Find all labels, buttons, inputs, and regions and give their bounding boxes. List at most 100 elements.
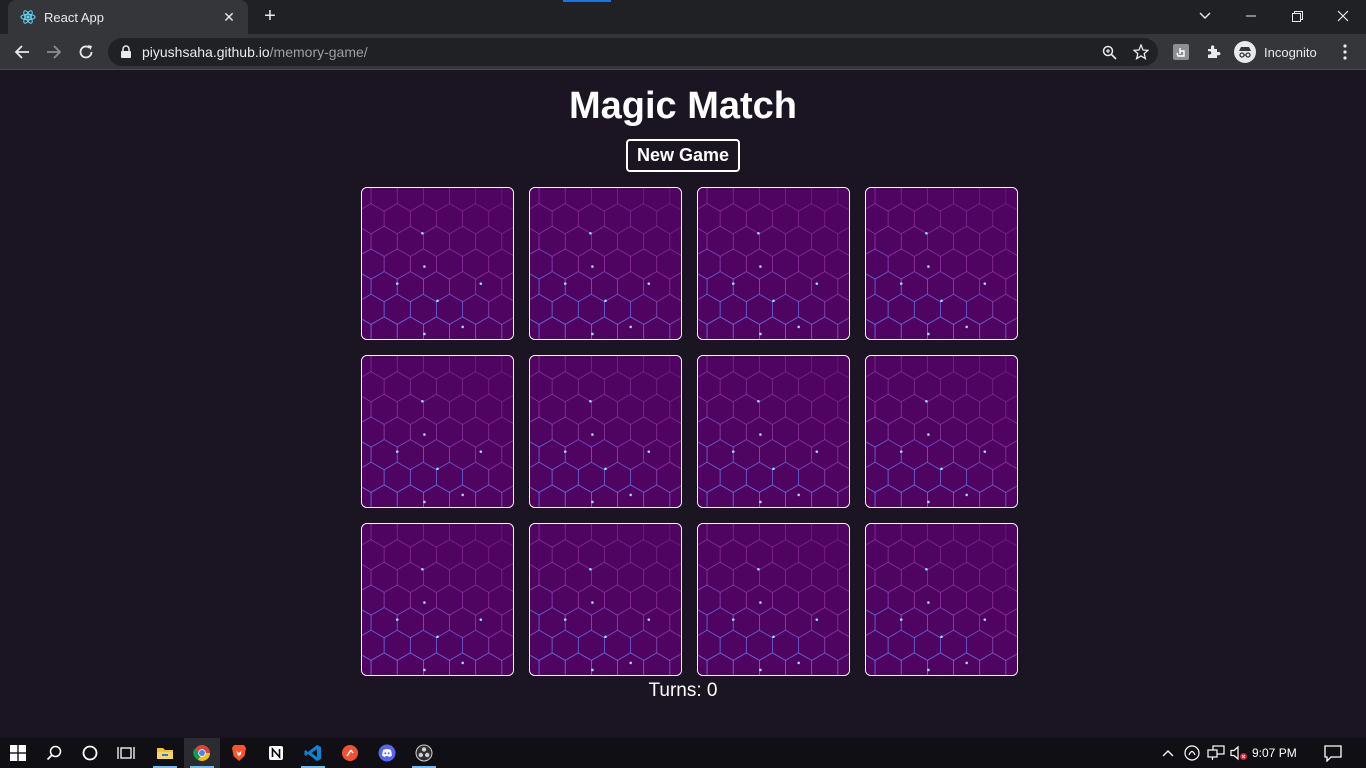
incognito-profile-button[interactable]: Incognito xyxy=(1234,39,1317,65)
search-icon xyxy=(46,745,62,761)
memory-card[interactable] xyxy=(529,187,682,340)
more-vertical-icon xyxy=(1343,44,1347,60)
browser-tab-strip: React App ✕ + xyxy=(0,0,1366,34)
restore-button[interactable] xyxy=(1274,0,1320,32)
taskbar-vscode[interactable] xyxy=(295,738,331,768)
folder-icon xyxy=(157,748,173,759)
taskbar-git-app[interactable] xyxy=(332,738,368,768)
windows-taskbar: 9:07 PM xyxy=(0,738,1366,768)
show-hidden-icons-button[interactable] xyxy=(1158,738,1178,768)
chevron-down-icon xyxy=(1199,12,1211,19)
card-back-pattern xyxy=(362,524,513,675)
bookmark-button[interactable] xyxy=(1130,41,1152,63)
task-view-button[interactable] xyxy=(108,738,144,768)
address-bar[interactable]: piyushsaha.github.io/memory-game/ xyxy=(108,38,1158,66)
url-host: piyushsaha.github.io xyxy=(142,44,270,60)
network-icon xyxy=(1207,745,1225,760)
react-icon xyxy=(20,10,36,24)
volume-button[interactable] xyxy=(1228,738,1250,768)
obs-icon xyxy=(415,744,433,762)
incognito-icon xyxy=(1234,41,1256,63)
incognito-label: Incognito xyxy=(1264,44,1317,60)
memory-card[interactable] xyxy=(865,187,1018,340)
arrow-left-icon xyxy=(14,45,29,59)
memory-card[interactable] xyxy=(361,523,514,676)
close-window-button[interactable] xyxy=(1320,0,1366,32)
taskbar-obs[interactable] xyxy=(406,738,442,768)
arrow-right-icon xyxy=(47,45,62,59)
card-back-pattern xyxy=(866,356,1017,507)
taskbar-search-button[interactable] xyxy=(36,738,72,768)
restore-icon xyxy=(1291,10,1303,22)
start-button[interactable] xyxy=(0,738,36,768)
browser-toolbar: piyushsaha.github.io/memory-game/ Incogn… xyxy=(0,34,1366,70)
extensions-button[interactable] xyxy=(1203,41,1225,63)
taskbar-brave[interactable] xyxy=(221,738,257,768)
action-center-button[interactable] xyxy=(1320,738,1346,768)
card-back-pattern xyxy=(698,524,849,675)
card-back-pattern xyxy=(530,188,681,339)
close-tab-icon[interactable]: ✕ xyxy=(220,9,238,26)
touch-extension-icon xyxy=(1173,44,1189,60)
memory-card[interactable] xyxy=(697,523,850,676)
taskbar-notion[interactable] xyxy=(258,738,294,768)
cortana-icon xyxy=(82,745,98,761)
discord-icon xyxy=(378,744,396,762)
obs-tray-icon xyxy=(1184,745,1200,761)
card-back-pattern xyxy=(698,356,849,507)
tab-search-indicator xyxy=(563,0,611,2)
card-back-pattern xyxy=(362,188,513,339)
new-game-button[interactable]: New Game xyxy=(626,139,740,172)
tab-search-button[interactable] xyxy=(1182,0,1228,32)
brave-icon xyxy=(232,745,246,761)
memory-card[interactable] xyxy=(865,355,1018,508)
task-view-icon xyxy=(117,747,135,759)
memory-card[interactable] xyxy=(697,187,850,340)
minimize-button[interactable] xyxy=(1228,0,1274,32)
card-back-pattern xyxy=(698,188,849,339)
cortana-button[interactable] xyxy=(72,738,108,768)
card-back-pattern xyxy=(866,188,1017,339)
close-icon xyxy=(1337,10,1349,22)
memory-card[interactable] xyxy=(865,523,1018,676)
card-grid xyxy=(361,187,1018,676)
git-app-icon xyxy=(342,745,358,761)
forward-button[interactable] xyxy=(40,38,68,66)
taskbar-clock[interactable]: 9:07 PM xyxy=(1252,738,1297,768)
star-icon xyxy=(1133,44,1149,60)
chevron-up-icon xyxy=(1162,750,1174,757)
windows-icon xyxy=(10,745,26,761)
card-back-pattern xyxy=(866,524,1017,675)
network-status-button[interactable] xyxy=(1205,738,1227,768)
lock-icon xyxy=(121,45,131,58)
reload-button[interactable] xyxy=(72,38,100,66)
extension-touch-button[interactable] xyxy=(1170,41,1192,63)
page-title: Magic Match xyxy=(568,85,798,127)
zoom-button[interactable] xyxy=(1098,41,1120,63)
card-back-pattern xyxy=(362,356,513,507)
taskbar-file-explorer[interactable] xyxy=(147,738,183,768)
taskbar-chrome[interactable] xyxy=(184,738,220,768)
memory-card[interactable] xyxy=(529,523,682,676)
url-path: /memory-game/ xyxy=(269,44,368,60)
tray-obs-button[interactable] xyxy=(1181,738,1203,768)
turns-counter: Turns: 0 xyxy=(648,680,718,701)
card-back-pattern xyxy=(530,356,681,507)
back-button[interactable] xyxy=(8,38,36,66)
taskbar-discord[interactable] xyxy=(369,738,405,768)
memory-card[interactable] xyxy=(697,355,850,508)
memory-card[interactable] xyxy=(361,187,514,340)
puzzle-icon xyxy=(1208,45,1221,58)
card-back-pattern xyxy=(530,524,681,675)
memory-card[interactable] xyxy=(361,355,514,508)
chrome-icon xyxy=(193,745,210,761)
new-tab-button[interactable]: + xyxy=(258,6,282,28)
vscode-icon xyxy=(304,745,321,761)
minimize-icon xyxy=(1246,15,1256,17)
tab-react-app[interactable]: React App ✕ xyxy=(8,0,248,34)
memory-card[interactable] xyxy=(529,355,682,508)
notion-icon xyxy=(269,746,283,760)
game-page: Magic Match New Game Turns: 0 xyxy=(0,71,1366,738)
tab-title: React App xyxy=(44,9,104,25)
browser-menu-button[interactable] xyxy=(1334,41,1356,63)
